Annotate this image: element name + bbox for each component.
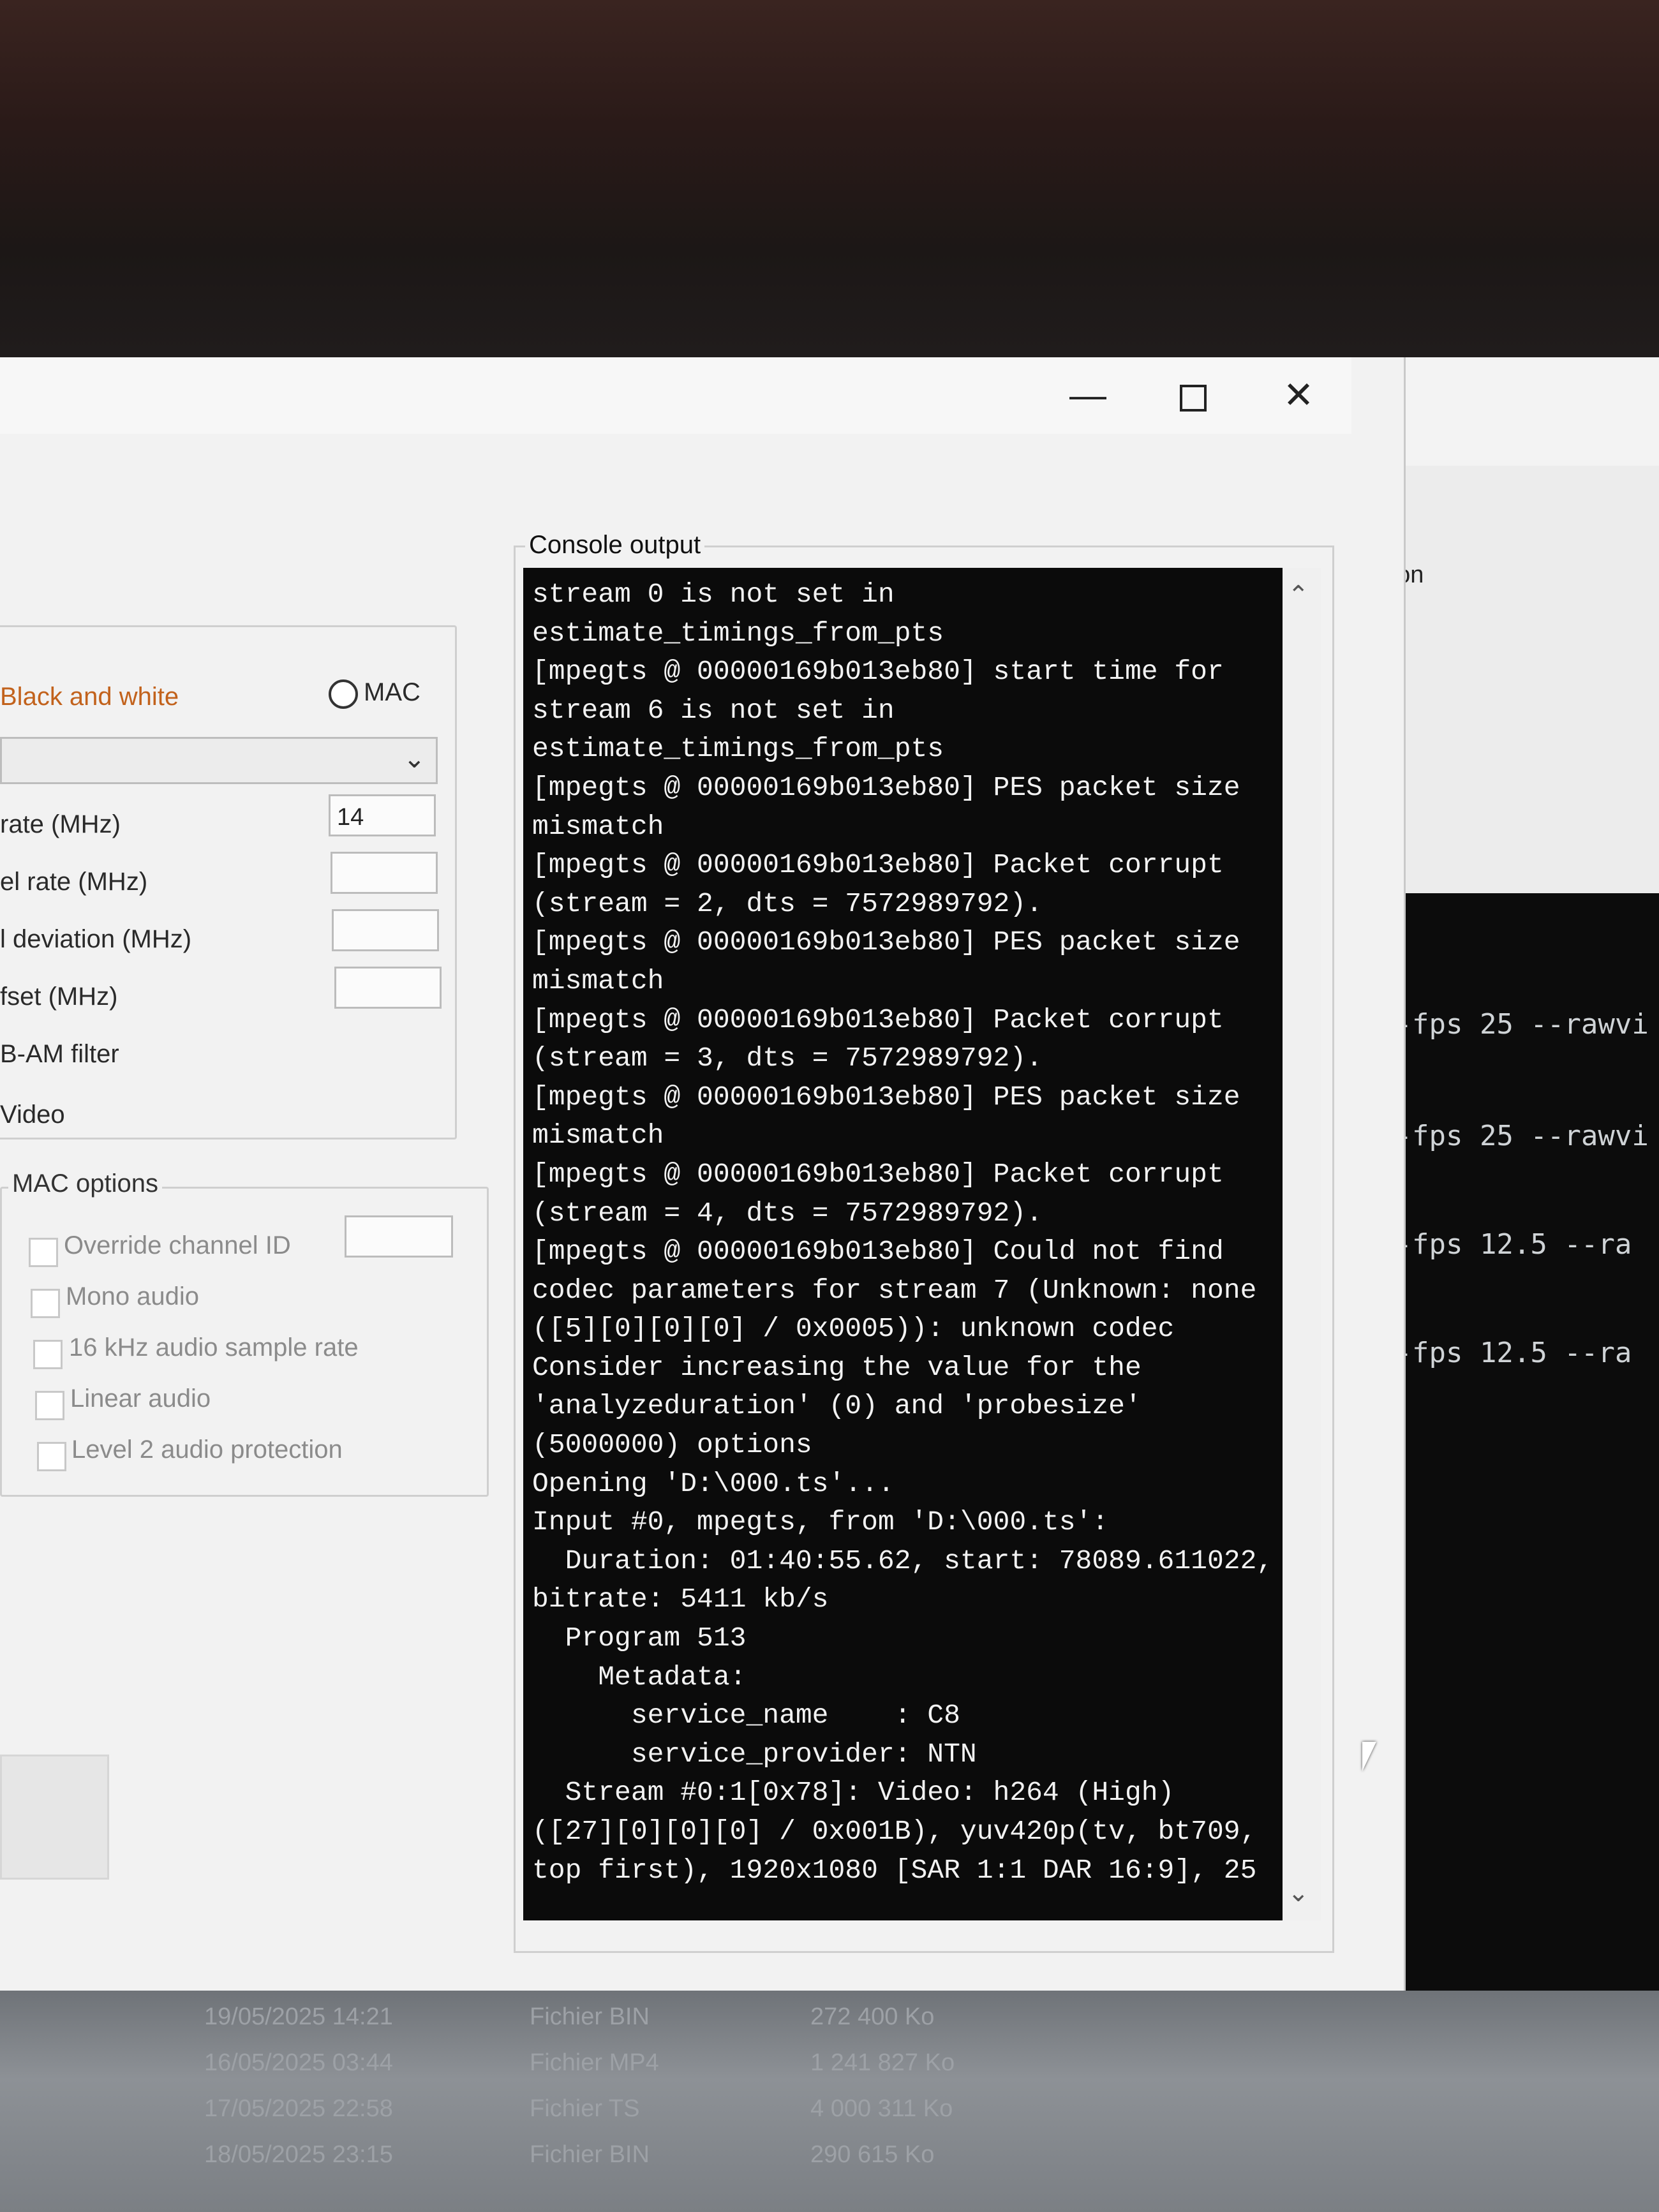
mac-radio-label[interactable]: MAC xyxy=(364,678,420,707)
console-line: [mpegts @ 00000169b013eb80] Packet corru… xyxy=(532,1158,1224,1190)
offset-input[interactable] xyxy=(334,967,442,1009)
terminal-line: d-fps 25 --rawvi xyxy=(1378,1008,1649,1041)
override-channel-label: Override channel ID xyxy=(64,1231,291,1259)
minimize-button[interactable]: — xyxy=(1059,370,1117,421)
filter-label: B-AM filter xyxy=(0,1040,119,1068)
pixel-rate-input[interactable] xyxy=(331,852,438,894)
console-line: ([5][0][0][0] / 0x0005)): unknown codec xyxy=(532,1313,1175,1345)
scroll-down-icon[interactable]: ⌄ xyxy=(1288,1878,1309,1908)
file-type: Fichier TS xyxy=(530,2095,640,2122)
file-size: 272 400 Ko xyxy=(810,2003,935,2030)
console-line: 'analyzeduration' (0) and 'probesize' xyxy=(532,1390,1142,1422)
chevron-down-icon: ⌄ xyxy=(403,743,426,773)
offset-label: fset (MHz) xyxy=(0,983,118,1011)
sample-rate-label: rate (MHz) xyxy=(0,810,121,838)
console-text: stream 0 is not set in estimate_timings_f… xyxy=(532,575,1274,1890)
sample-rate-input[interactable]: 14 xyxy=(329,794,436,836)
console-line: ([27][0][0][0] / 0x001B), yuv420p(tv, bt… xyxy=(532,1816,1257,1847)
console-line: Stream #0:1[0x78]: Video: h264 (High) xyxy=(532,1777,1175,1809)
linear-audio-label: Linear audio xyxy=(70,1384,211,1413)
console-line: (5000000) options xyxy=(532,1429,812,1461)
mac-options-title: MAC options xyxy=(8,1169,162,1198)
mouse-cursor-icon xyxy=(1362,1742,1376,1771)
terminal-line: d-fps 12.5 --ra xyxy=(1378,1228,1632,1261)
console-output[interactable]: stream 0 is not set in estimate_timings_f… xyxy=(523,568,1283,1920)
console-line: stream 0 is not set in xyxy=(532,579,895,610)
console-line: [mpegts @ 00000169b013eb80] PES packet s… xyxy=(532,926,1240,958)
console-line: codec parameters for stream 7 (Unknown: … xyxy=(532,1274,1257,1306)
console-line: Duration: 01:40:55.62, start: 78089.6110… xyxy=(532,1545,1274,1577)
action-button[interactable] xyxy=(0,1755,109,1880)
console-line: bitrate: 5411 kb/s xyxy=(532,1584,829,1615)
console-line: estimate_timings_from_pts xyxy=(532,733,944,765)
console-line: Opening 'D:\000.ts'... xyxy=(532,1467,895,1499)
maximize-icon xyxy=(1180,384,1207,412)
file-type: Fichier MP4 xyxy=(530,2049,659,2076)
background-terminal: d-fps 25 --rawvi d-fps 25 --rawvi d-fps … xyxy=(1365,893,1659,1991)
scroll-up-icon[interactable]: ⌃ xyxy=(1288,581,1309,610)
file-type: Fichier BIN xyxy=(530,2003,650,2030)
mono-audio-label: Mono audio xyxy=(66,1282,200,1310)
console-line: mismatch xyxy=(532,810,664,842)
console-line: [mpegts @ 00000169b013eb80] Packet corru… xyxy=(532,1004,1224,1035)
file-size: 4 000 311 Ko xyxy=(810,2095,953,2122)
terminal-line: d-fps 12.5 --ra xyxy=(1378,1337,1632,1369)
console-output-title: Console output xyxy=(525,531,705,560)
deviation-label: l deviation (MHz) xyxy=(0,925,192,953)
console-line: estimate_timings_from_pts xyxy=(532,617,944,649)
video-label: Video xyxy=(0,1101,65,1129)
level2-protection-label: Level 2 audio protection xyxy=(71,1436,343,1464)
console-line: [mpegts @ 00000169b013eb80] Could not fi… xyxy=(532,1236,1224,1268)
console-line: (stream = 3, dts = 7572989792). xyxy=(532,1043,1043,1074)
console-line: stream 6 is not set in xyxy=(532,694,895,726)
console-line: [mpegts @ 00000169b013eb80] PES packet s… xyxy=(532,771,1240,803)
close-button[interactable]: ✕ xyxy=(1270,370,1327,421)
console-line: Input #0, mpegts, from 'D:\000.ts': xyxy=(532,1506,1109,1538)
console-line: mismatch xyxy=(532,1120,664,1152)
file-date: 16/05/2025 03:44 xyxy=(204,2049,393,2076)
console-line: [mpegts @ 00000169b013eb80] Packet corru… xyxy=(532,849,1224,881)
console-line: service_provider: NTN xyxy=(532,1738,977,1770)
linear-audio-checkbox[interactable] xyxy=(35,1391,64,1420)
file-row[interactable]: 18/05/2025 23:15 Fichier BIN 290 615 Ko xyxy=(0,2141,1659,2187)
file-size: 1 241 827 Ko xyxy=(810,2049,955,2076)
file-date: 19/05/2025 14:21 xyxy=(204,2003,393,2030)
file-row[interactable]: 19/05/2025 14:21 Fichier BIN 272 400 Ko xyxy=(0,2003,1659,2049)
title-bar: — ✕ xyxy=(0,357,1351,434)
background-file-list: 19/05/2025 14:21 Fichier BIN 272 400 Ko 16/… xyxy=(0,2003,1659,2212)
console-scrollbar[interactable]: ⌃ ⌄ xyxy=(1283,568,1321,1920)
black-and-white-label[interactable]: Black and white xyxy=(0,683,179,711)
channel-id-input[interactable] xyxy=(345,1215,453,1258)
monitor-bezel xyxy=(0,0,1659,357)
override-channel-checkbox[interactable] xyxy=(29,1238,58,1267)
file-row[interactable]: 16/05/2025 03:44 Fichier MP4 1 241 827 Ko xyxy=(0,2049,1659,2095)
file-row[interactable]: 17/05/2025 22:58 Fichier TS 4 000 311 Ko xyxy=(0,2095,1659,2141)
console-line: Metadata: xyxy=(532,1661,747,1693)
console-line: service_name : C8 xyxy=(532,1700,960,1732)
deviation-input[interactable] xyxy=(332,909,439,951)
file-date: 17/05/2025 22:58 xyxy=(204,2095,393,2122)
console-line: Program 513 xyxy=(532,1622,747,1654)
console-line: mismatch xyxy=(532,965,664,997)
mac-radio[interactable] xyxy=(329,679,358,709)
level2-protection-checkbox[interactable] xyxy=(37,1442,66,1471)
file-type: Fichier BIN xyxy=(530,2141,650,2168)
file-size: 290 615 Ko xyxy=(810,2141,935,2168)
console-line: [mpegts @ 00000169b013eb80] start time f… xyxy=(532,656,1224,688)
sample-rate-16khz-checkbox[interactable] xyxy=(33,1340,63,1369)
maximize-button[interactable] xyxy=(1164,370,1222,421)
console-line: (stream = 4, dts = 7572989792). xyxy=(532,1197,1043,1229)
terminal-line: d-fps 25 --rawvi xyxy=(1378,1120,1649,1152)
file-date: 18/05/2025 23:15 xyxy=(204,2141,393,2168)
console-line: top first), 1920x1080 [SAR 1:1 DAR 16:9]… xyxy=(532,1854,1257,1886)
console-line: [mpegts @ 00000169b013eb80] PES packet s… xyxy=(532,1081,1240,1113)
sample-rate-16khz-label: 16 kHz audio sample rate xyxy=(69,1333,359,1362)
hacktv-dialog-window: — ✕ Black and white MAC ⌄ rate (MHz) 14 … xyxy=(0,357,1406,1991)
mode-dropdown[interactable]: ⌄ xyxy=(0,737,438,784)
console-line: (stream = 2, dts = 7572989792). xyxy=(532,887,1043,919)
pixel-rate-label: el rate (MHz) xyxy=(0,868,148,896)
console-line: Consider increasing the value for the xyxy=(532,1351,1142,1383)
mono-audio-checkbox[interactable] xyxy=(31,1289,60,1318)
